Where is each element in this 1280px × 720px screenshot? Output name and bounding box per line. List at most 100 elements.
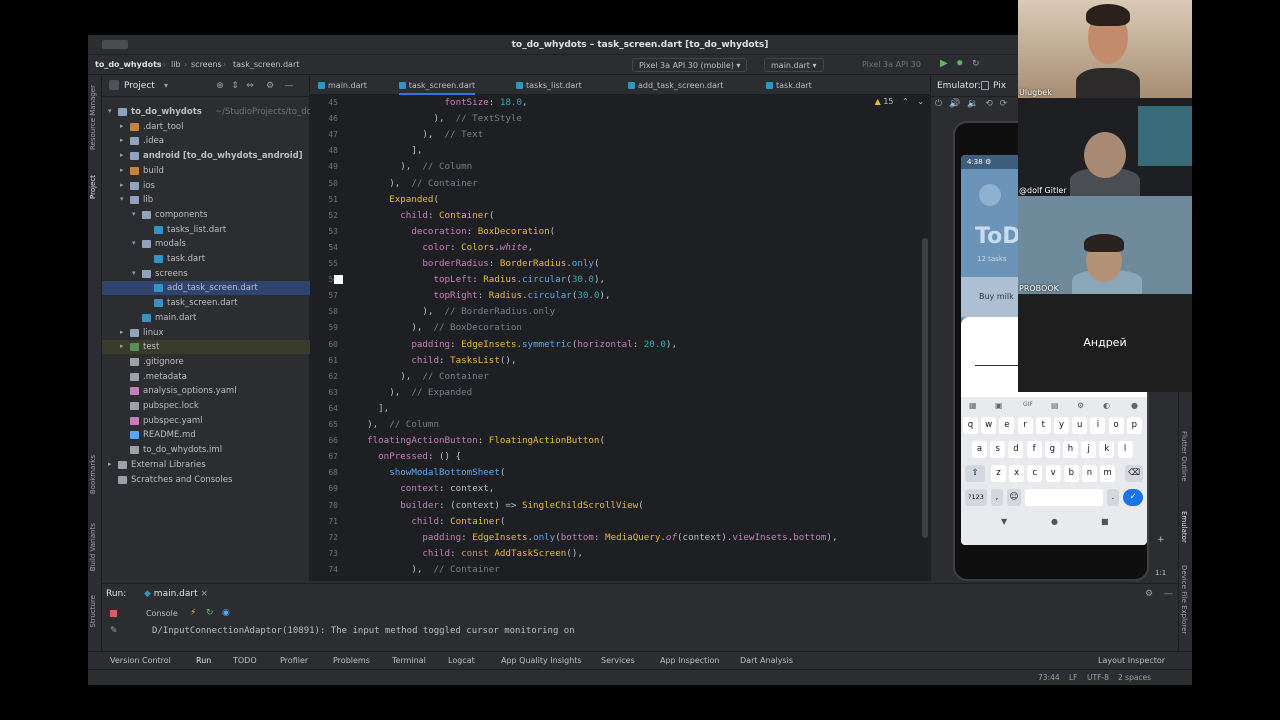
gif-icon[interactable]: GIF — [1023, 401, 1033, 408]
code-line[interactable]: 59 ), // BoxDecoration — [310, 320, 930, 336]
key[interactable]: f — [1026, 441, 1042, 458]
gear-icon[interactable]: ⚙ — [1145, 589, 1153, 599]
tree-item[interactable]: ▾ modals — [102, 237, 310, 251]
minimize-icon[interactable]: — — [284, 81, 294, 91]
tree-item[interactable]: task.dart — [102, 252, 310, 266]
tool-window-button[interactable]: Services — [601, 656, 635, 665]
sticker-icon[interactable]: ▣ — [995, 401, 1003, 410]
key[interactable]: q — [963, 417, 978, 434]
tool-window-button[interactable]: Version Control — [110, 656, 171, 665]
palette-icon[interactable]: ◐ — [1103, 401, 1110, 410]
tree-item[interactable]: ▸ External Libraries — [102, 458, 310, 472]
emulator-tab[interactable]: Emulator — [1180, 511, 1188, 543]
key[interactable]: y — [1054, 417, 1069, 434]
code-line[interactable]: 74 ), // Container — [310, 562, 930, 578]
key[interactable]: s — [990, 441, 1006, 458]
breadcrumb-project[interactable]: to_do_whydots — [95, 60, 162, 69]
gear-icon[interactable]: ⚙ — [1077, 401, 1084, 410]
editor-tab[interactable]: add_task_screen.dart — [628, 75, 723, 95]
rotate-right-icon[interactable]: ⟳ — [1000, 99, 1008, 109]
comma-key[interactable]: , — [991, 489, 1003, 506]
tool-window-button[interactable]: Terminal — [392, 656, 426, 665]
tree-item[interactable]: tasks_list.dart — [102, 223, 310, 237]
tree-item[interactable]: pubspec.yaml — [102, 414, 310, 428]
emulator-device-tab[interactable]: Pix — [993, 81, 1006, 91]
chevron-right-icon[interactable]: ▸ — [120, 122, 124, 130]
key[interactable]: p — [1126, 417, 1142, 434]
gear-icon[interactable]: ⚙ — [265, 81, 275, 91]
key[interactable]: l — [1117, 441, 1133, 458]
key[interactable]: m — [1100, 465, 1116, 482]
code-line[interactable]: 46 ), // TextStyle — [310, 111, 930, 127]
tree-item[interactable]: main.dart — [102, 311, 310, 325]
code-line[interactable]: 68 showModalBottomSheet( — [310, 465, 930, 481]
key[interactable]: x — [1009, 465, 1025, 482]
chevron-right-icon[interactable]: ▸ — [120, 342, 124, 350]
key[interactable]: o — [1108, 417, 1124, 434]
breadcrumb-lib[interactable]: lib — [171, 60, 181, 69]
tool-window-button[interactable]: TODO — [233, 656, 257, 665]
editor-tab[interactable]: task_screen.dart — [398, 75, 476, 95]
tool-window-button[interactable]: Dart Analysis — [740, 656, 793, 665]
hot-restart-icon[interactable]: ↻ — [206, 608, 214, 618]
reload-icon[interactable]: ↻ — [972, 59, 980, 69]
code-line[interactable]: 55 borderRadius: BorderRadius.only( — [310, 256, 930, 272]
emoji-key[interactable]: ☺ — [1007, 489, 1021, 506]
key[interactable]: i — [1090, 417, 1106, 434]
chevron-down-icon[interactable]: ▾ — [164, 81, 168, 90]
microphone-icon[interactable]: ● — [1131, 401, 1138, 410]
tree-item[interactable]: ▸ linux — [102, 326, 310, 340]
volume-down-icon[interactable]: 🔉 — [967, 99, 978, 109]
code-line[interactable]: 45 fontSize: 18.0, — [310, 95, 930, 111]
code-line[interactable]: 67 onPressed: () { — [310, 449, 930, 465]
code-line[interactable]: 49 ), // Column — [310, 159, 930, 175]
backspace-key[interactable]: ⌫ — [1125, 465, 1143, 482]
editor-tab[interactable]: task.dart — [766, 75, 812, 95]
zoom-in-icon[interactable]: + — [1157, 535, 1165, 545]
key[interactable]: r — [1017, 417, 1033, 434]
editor-scrollbar[interactable] — [922, 238, 928, 538]
line-separator[interactable]: LF — [1069, 673, 1078, 682]
back-icon[interactable]: ▼ — [1001, 517, 1007, 526]
code-line[interactable]: 69 context: context, — [310, 481, 930, 497]
bookmarks-tab[interactable]: Bookmarks — [89, 455, 97, 494]
key[interactable]: v — [1045, 465, 1061, 482]
tree-item[interactable]: ▸ test — [102, 340, 310, 355]
enter-key[interactable]: ✓ — [1123, 489, 1143, 506]
wrench-icon[interactable]: ✎ — [110, 626, 118, 636]
run-icon[interactable]: ▶ — [940, 58, 948, 69]
devtools-icon[interactable]: ◉ — [222, 608, 230, 618]
key[interactable]: d — [1008, 441, 1024, 458]
rotate-icon[interactable]: ⟲ — [985, 99, 993, 109]
list-icon[interactable] — [979, 184, 1001, 206]
key[interactable]: w — [981, 417, 997, 434]
structure-tab[interactable]: Structure — [89, 595, 97, 628]
tool-window-button[interactable]: Run — [196, 656, 211, 665]
symbols-key[interactable]: ?123 — [965, 489, 987, 506]
stop-icon[interactable] — [110, 610, 117, 617]
code-area[interactable]: 45 fontSize: 18.0, 46 ), // TextStyle 47 )… — [310, 95, 930, 581]
code-line[interactable]: 72 padding: EdgeInsets.only(bottom: Medi… — [310, 530, 930, 546]
chevron-right-icon[interactable]: ▸ — [120, 136, 124, 144]
chevron-down-icon[interactable]: ▾ — [132, 210, 136, 218]
chevron-down-icon[interactable]: ▾ — [120, 195, 124, 203]
tool-window-button[interactable]: Logcat — [448, 656, 475, 665]
code-line[interactable]: 65 ), // Column — [310, 417, 930, 433]
tree-item[interactable]: pubspec.lock — [102, 399, 310, 413]
code-line[interactable]: 56 topLeft: Radius.circular(30.0), — [310, 272, 930, 288]
key[interactable]: k — [1099, 441, 1115, 458]
key[interactable]: a — [972, 441, 987, 458]
editor-tab[interactable]: tasks_list.dart — [516, 75, 582, 95]
tool-window-button[interactable]: Profiler — [280, 656, 308, 665]
code-line[interactable]: 64 ], — [310, 401, 930, 417]
tool-window-button[interactable]: Layout Inspector — [1098, 656, 1165, 665]
key[interactable]: n — [1082, 465, 1097, 482]
key[interactable]: e — [999, 417, 1015, 434]
tool-window-button[interactable]: App Inspection — [660, 656, 720, 665]
key[interactable]: j — [1081, 441, 1097, 458]
grid-icon[interactable]: ▦ — [969, 401, 977, 410]
code-line[interactable]: 47 ), // Text — [310, 127, 930, 143]
code-line[interactable]: 66 floatingActionButton: FloatingActionB… — [310, 433, 930, 449]
caret-position[interactable]: 73:44 — [1038, 673, 1060, 682]
code-line[interactable]: 54 color: Colors.white, — [310, 240, 930, 256]
